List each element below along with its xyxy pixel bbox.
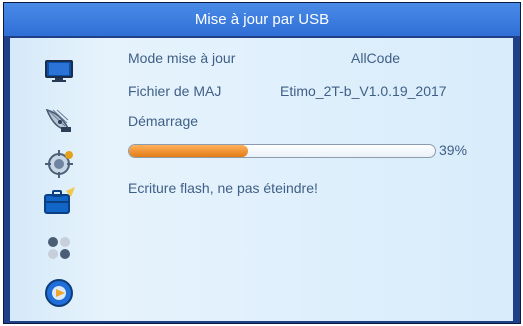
update-mode-value: AllCode [351, 50, 401, 66]
content-panel: Mode mise à jour AllCode Fichier de MAJ … [10, 38, 513, 321]
stb-window: Mise à jour par USB Mode mise à jour All… [3, 2, 521, 324]
update-file-value: Etimo_2T-b_V1.0.19_2017 [280, 83, 447, 99]
update-file-label: Fichier de MAJ [128, 83, 222, 99]
sidebar-item-tv[interactable] [42, 58, 76, 88]
toolbox-icon [41, 185, 77, 222]
sidebar-item-satellite[interactable] [42, 106, 76, 136]
progress-bar [128, 144, 436, 158]
start-label: Démarrage [128, 113, 199, 129]
apps-icon [43, 232, 75, 267]
gear-icon [43, 148, 75, 183]
sidebar-item-apps[interactable] [42, 234, 76, 264]
sidebar-item-media[interactable] [42, 278, 76, 310]
progress-percent: 39% [439, 142, 468, 158]
sidebar [10, 38, 109, 321]
tv-icon [44, 59, 74, 88]
update-mode-label: Mode mise à jour [128, 50, 236, 66]
sidebar-item-settings[interactable] [42, 148, 76, 183]
update-content: Mode mise à jour AllCode Fichier de MAJ … [108, 38, 513, 321]
media-player-icon [43, 277, 75, 314]
status-message: Ecriture flash, ne pas éteindre! [128, 180, 318, 196]
window-title: Mise à jour par USB [4, 3, 520, 36]
satellite-dish-icon [43, 104, 75, 139]
progress-fill [129, 145, 249, 157]
sidebar-item-tools[interactable] [42, 186, 76, 218]
